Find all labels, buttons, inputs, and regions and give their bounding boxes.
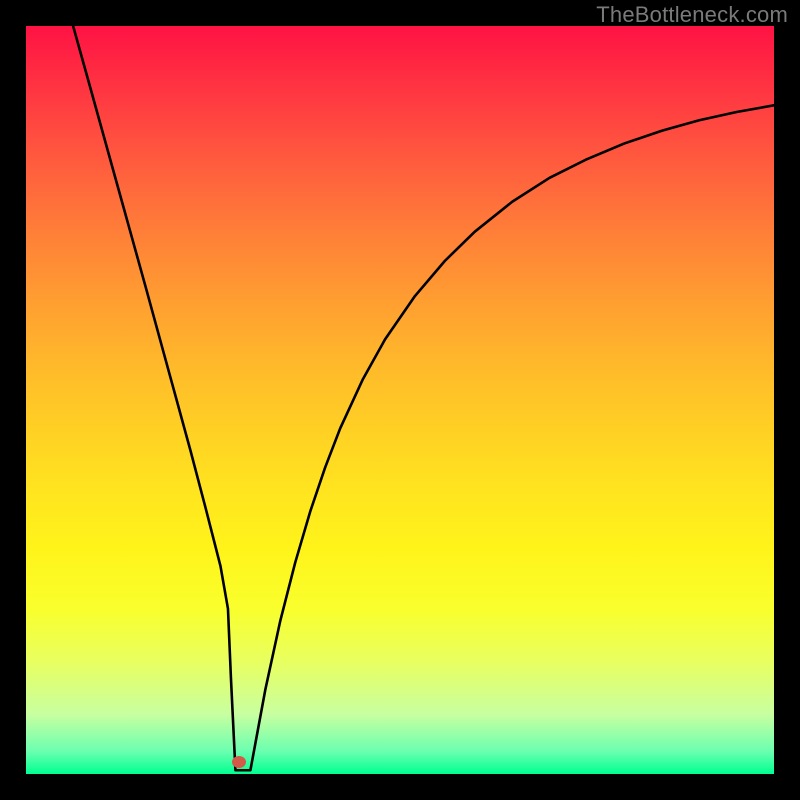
bottleneck-curve-path (73, 26, 774, 770)
gradient-plot-area (26, 26, 774, 774)
optimal-point-marker (232, 756, 246, 768)
chart-curve-svg (26, 26, 774, 774)
site-watermark: TheBottleneck.com (596, 2, 788, 28)
